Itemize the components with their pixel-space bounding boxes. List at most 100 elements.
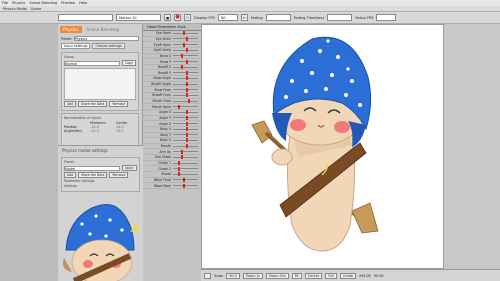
- preview-add-button[interactable]: Add: [64, 172, 77, 178]
- center-button[interactable]: Center: [304, 272, 323, 279]
- parameter-slider[interactable]: [173, 172, 198, 177]
- parameter-slider-knob[interactable]: [178, 172, 180, 177]
- menu-physics[interactable]: Physics: [12, 1, 25, 5]
- parameter-slider-knob[interactable]: [185, 82, 188, 87]
- parameter-slider[interactable]: [173, 42, 198, 47]
- parameter-slider[interactable]: [173, 53, 198, 58]
- parameter-slider-knob[interactable]: [185, 144, 188, 149]
- apply-button[interactable]: Apply: [122, 165, 137, 171]
- parameter-slider-knob[interactable]: [183, 183, 185, 188]
- remove-button[interactable]: Remove: [109, 101, 129, 107]
- parameter-slider[interactable]: [173, 36, 198, 41]
- angle-min[interactable]: -10.0: [90, 129, 114, 133]
- menu-file[interactable]: File: [2, 1, 8, 5]
- parameter-slider-knob[interactable]: [183, 31, 185, 36]
- record-button[interactable]: ●: [174, 14, 181, 21]
- tab-scene-blending[interactable]: Scene Blending: [84, 26, 123, 33]
- zoom-out-button[interactable]: Zoom Out: [265, 272, 289, 279]
- tab-output-settings[interactable]: Output settings: [92, 43, 125, 49]
- angle-max[interactable]: 10.0: [116, 129, 124, 133]
- parameter-slider-knob[interactable]: [183, 177, 185, 182]
- preview-select[interactable]: Model: [64, 165, 120, 171]
- parameter-slider-knob[interactable]: [180, 149, 183, 154]
- model-canvas[interactable]: [201, 24, 444, 269]
- parameter-slider-knob[interactable]: [185, 110, 188, 115]
- parameter-slider[interactable]: [173, 70, 198, 75]
- fade-input[interactable]: [265, 14, 291, 21]
- parameter-slider[interactable]: [173, 82, 198, 87]
- guide-button[interactable]: Guide: [340, 272, 356, 279]
- tab-physics-model[interactable]: Physics Model: [3, 7, 27, 11]
- tab-input-settings[interactable]: Input settings: [61, 43, 91, 49]
- parameter-slider[interactable]: [173, 127, 198, 132]
- tab-scene[interactable]: Scene: [31, 7, 41, 11]
- parameter-slider[interactable]: [173, 166, 198, 171]
- parameter-slider-knob[interactable]: [185, 115, 188, 120]
- parameter-slider-knob[interactable]: [185, 127, 188, 132]
- group-select[interactable]: Normal: [64, 60, 120, 66]
- parameter-slider-knob[interactable]: [180, 53, 183, 58]
- parameter-slider-knob[interactable]: [185, 70, 188, 75]
- blend-input[interactable]: [327, 14, 353, 21]
- parameter-slider-knob[interactable]: [185, 76, 188, 81]
- parameter-slider[interactable]: [173, 110, 198, 115]
- preset-select[interactable]: Physics: [73, 36, 139, 41]
- parameter-slider-knob[interactable]: [180, 65, 183, 70]
- add-button[interactable]: Add: [64, 101, 77, 107]
- menu-preview[interactable]: Preview: [61, 1, 75, 5]
- parameter-slider-knob[interactable]: [185, 36, 188, 41]
- copy-button[interactable]: Copy: [121, 60, 136, 66]
- store-data-button[interactable]: Store the Data: [78, 101, 108, 107]
- parameter-slider[interactable]: [173, 65, 198, 70]
- parameter-slider[interactable]: [173, 121, 198, 126]
- parameter-slider[interactable]: [173, 115, 198, 120]
- scale-input[interactable]: 90.0: [226, 272, 240, 279]
- parameter-slider-knob[interactable]: [185, 93, 188, 98]
- parameter-slider-knob[interactable]: [185, 138, 188, 143]
- parameter-slider-knob[interactable]: [183, 42, 185, 47]
- parameter-slider-knob[interactable]: [188, 99, 190, 103]
- parameter-slider[interactable]: [173, 31, 198, 36]
- parameter-slider-knob[interactable]: [178, 104, 180, 109]
- parameter-slider[interactable]: [173, 76, 198, 81]
- setup-fps-input[interactable]: [376, 14, 397, 21]
- parameter-slider[interactable]: [173, 48, 198, 53]
- parameter-slider[interactable]: [173, 177, 198, 182]
- parameter-slider[interactable]: [173, 93, 198, 98]
- parameter-slider-knob[interactable]: [185, 132, 188, 137]
- parameter-slider[interactable]: [173, 104, 198, 109]
- loop-toggle-button[interactable]: ⟳: [240, 14, 248, 21]
- motion-select[interactable]: Motion A1: [116, 14, 161, 21]
- preview-store-button[interactable]: Store the Data: [78, 172, 108, 178]
- model-select[interactable]: [58, 14, 113, 21]
- parameter-slider[interactable]: [173, 138, 198, 143]
- parameter-slider-knob[interactable]: [185, 87, 188, 92]
- parameter-slider[interactable]: [173, 155, 198, 160]
- zoom-in-button[interactable]: Zoom In: [242, 272, 263, 279]
- parameter-slider[interactable]: [173, 99, 198, 103]
- parameter-slider[interactable]: [173, 183, 198, 188]
- parameter-slider[interactable]: [173, 161, 198, 166]
- parameter-slider-knob[interactable]: [178, 161, 180, 166]
- parameter-slider[interactable]: [173, 87, 198, 92]
- menu-scene-blending[interactable]: Scene Blending: [29, 1, 57, 5]
- preview-remove-button[interactable]: Remove: [109, 172, 129, 178]
- tab-physics[interactable]: Physics: [60, 26, 82, 33]
- parameter-slider[interactable]: [173, 149, 198, 154]
- loop-button[interactable]: ↻: [184, 14, 191, 21]
- menu-help[interactable]: Help: [79, 1, 87, 5]
- parameter-slider[interactable]: [173, 59, 198, 64]
- parameter-slider[interactable]: [173, 132, 198, 137]
- stop-button[interactable]: ■: [164, 14, 171, 21]
- parameter-slider-knob[interactable]: [180, 155, 183, 160]
- parameter-slider-knob[interactable]: [185, 121, 188, 126]
- fps-select[interactable]: 60: [217, 14, 238, 21]
- parameter-slider-knob[interactable]: [178, 166, 180, 171]
- input-list[interactable]: [64, 68, 136, 100]
- parameter-slider[interactable]: [173, 144, 198, 149]
- full-button[interactable]: Full: [325, 272, 337, 279]
- parameter-slider-knob[interactable]: [185, 48, 188, 53]
- scale-checkbox[interactable]: [204, 272, 212, 279]
- fit-button[interactable]: Fit: [291, 272, 302, 279]
- parameter-slider-knob[interactable]: [185, 59, 188, 64]
